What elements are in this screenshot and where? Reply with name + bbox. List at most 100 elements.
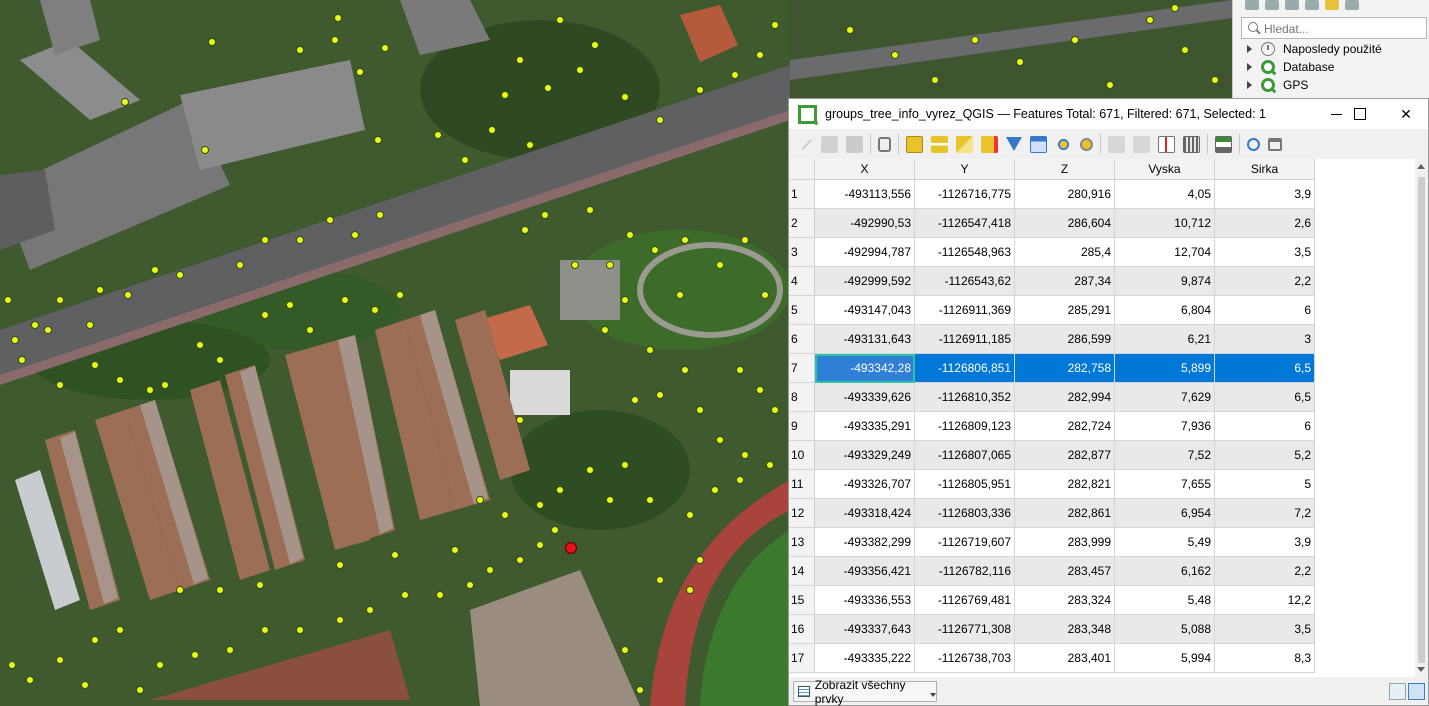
- cell-sirka[interactable]: 2,2: [1214, 556, 1315, 586]
- row-number[interactable]: 15: [789, 585, 815, 615]
- cell-x[interactable]: -493329,249: [814, 440, 915, 470]
- browser-item-gps[interactable]: GPS: [1233, 76, 1429, 94]
- delete-field-icon[interactable]: [1158, 135, 1175, 153]
- row-number[interactable]: 7: [789, 353, 815, 383]
- row-number[interactable]: 3: [789, 237, 815, 267]
- table-row[interactable]: 17 -493335,222 -1126738,703 283,401 5,994 8,3: [789, 643, 1315, 673]
- expand-arrow-icon[interactable]: [1247, 81, 1252, 89]
- cell-x[interactable]: -492994,787: [814, 237, 915, 267]
- table-row[interactable]: 15 -493336,553 -1126769,481 283,324 5,48 12,2: [789, 585, 1315, 615]
- cell-sirka[interactable]: 6,5: [1214, 382, 1315, 412]
- scroll-up-icon[interactable]: [1417, 164, 1425, 169]
- column-header-y[interactable]: Y: [914, 159, 1015, 180]
- zoom-map-icon[interactable]: [1247, 137, 1260, 151]
- cell-y[interactable]: -1126771,308: [914, 614, 1015, 644]
- cell-vyska[interactable]: 5,899: [1114, 353, 1215, 383]
- table-row[interactable]: 12 -493318,424 -1126803,336 282,861 6,954 7,2: [789, 498, 1315, 528]
- cell-y[interactable]: -1126805,951: [914, 469, 1015, 499]
- cell-sirka[interactable]: 6,5: [1214, 353, 1315, 383]
- cell-z[interactable]: 283,324: [1014, 585, 1115, 615]
- dock-table-icon[interactable]: [1268, 137, 1282, 151]
- table-row[interactable]: 5 -493147,043 -1126911,369 285,291 6,804 6: [789, 295, 1315, 325]
- cell-sirka[interactable]: 7,2: [1214, 498, 1315, 528]
- attribute-table-grid[interactable]: X Y Z Vyska Sirka 1 -493113,556 -1126716,7…: [789, 159, 1415, 677]
- cell-y[interactable]: -1126911,185: [914, 324, 1015, 354]
- row-number[interactable]: 5: [789, 295, 815, 325]
- row-number[interactable]: 2: [789, 208, 815, 238]
- cell-x[interactable]: -493339,626: [814, 382, 915, 412]
- add-feature-icon[interactable]: [906, 135, 923, 153]
- cell-z[interactable]: 283,348: [1014, 614, 1115, 644]
- cell-sirka[interactable]: 3,9: [1214, 179, 1315, 209]
- filter-icon[interactable]: [1006, 137, 1022, 151]
- table-row[interactable]: 4 -492999,592 -1126543,62 287,34 9,874 2,2: [789, 266, 1315, 296]
- cell-y[interactable]: -1126716,775: [914, 179, 1015, 209]
- table-row[interactable]: 6 -493131,643 -1126911,185 286,599 6,21 3: [789, 324, 1315, 354]
- row-number[interactable]: 14: [789, 556, 815, 586]
- row-number[interactable]: 10: [789, 440, 815, 470]
- cell-z[interactable]: 282,877: [1014, 440, 1115, 470]
- cell-y[interactable]: -1126803,336: [914, 498, 1015, 528]
- cell-x[interactable]: -493147,043: [814, 295, 915, 325]
- pan-to-selection-icon[interactable]: [1055, 135, 1072, 153]
- cell-vyska[interactable]: 5,088: [1114, 614, 1215, 644]
- cell-y[interactable]: -1126769,481: [914, 585, 1015, 615]
- table-row[interactable]: 11 -493326,707 -1126805,951 282,821 7,655 5: [789, 469, 1315, 499]
- row-number[interactable]: 12: [789, 498, 815, 528]
- cell-vyska[interactable]: 7,936: [1114, 411, 1215, 441]
- cell-x[interactable]: -493318,424: [814, 498, 915, 528]
- cell-y[interactable]: -1126911,369: [914, 295, 1015, 325]
- table-row[interactable]: 1 -493113,556 -1126716,775 280,916 4,05 3,9: [789, 179, 1315, 209]
- cell-vyska[interactable]: 6,21: [1114, 324, 1215, 354]
- maximize-button[interactable]: [1337, 99, 1383, 129]
- cell-vyska[interactable]: 10,712: [1114, 208, 1215, 238]
- cell-y[interactable]: -1126547,418: [914, 208, 1015, 238]
- cell-vyska[interactable]: 7,52: [1114, 440, 1215, 470]
- cell-vyska[interactable]: 6,162: [1114, 556, 1215, 586]
- row-number[interactable]: 4: [789, 266, 815, 296]
- cell-z[interactable]: 286,599: [1014, 324, 1115, 354]
- cell-vyska[interactable]: 12,704: [1114, 237, 1215, 267]
- row-number[interactable]: 13: [789, 527, 815, 557]
- cell-z[interactable]: 283,401: [1014, 643, 1115, 673]
- cell-z[interactable]: 282,758: [1014, 353, 1115, 383]
- cell-vyska[interactable]: 4,05: [1114, 179, 1215, 209]
- row-number[interactable]: 8: [789, 382, 815, 412]
- vertical-scrollbar[interactable]: [1415, 159, 1428, 677]
- cell-vyska[interactable]: 5,48: [1114, 585, 1215, 615]
- cell-y[interactable]: -1126719,607: [914, 527, 1015, 557]
- delete-feature-icon[interactable]: [931, 135, 948, 153]
- document-icon[interactable]: [1305, 0, 1319, 10]
- table-row[interactable]: 14 -493356,421 -1126782,116 283,457 6,162 2,2: [789, 556, 1315, 586]
- close-button[interactable]: ✕: [1383, 99, 1429, 129]
- table-view-button[interactable]: [1408, 683, 1425, 700]
- cell-vyska[interactable]: 7,629: [1114, 382, 1215, 412]
- cell-z[interactable]: 282,994: [1014, 382, 1115, 412]
- column-header-vyska[interactable]: Vyska: [1114, 159, 1215, 180]
- browser-item-recent[interactable]: Naposledy použité: [1233, 40, 1429, 58]
- cell-z[interactable]: 283,999: [1014, 527, 1115, 557]
- move-selection-to-top-icon[interactable]: [1030, 135, 1047, 153]
- expand-arrow-icon[interactable]: [1247, 45, 1252, 53]
- browser-item-database[interactable]: Database: [1233, 58, 1429, 76]
- zoom-to-selection-icon[interactable]: [1080, 137, 1093, 151]
- reload-icon[interactable]: [878, 136, 891, 152]
- cell-sirka[interactable]: 3,9: [1214, 527, 1315, 557]
- cell-x[interactable]: -493382,299: [814, 527, 915, 557]
- cell-x[interactable]: -492999,592: [814, 266, 915, 296]
- cell-sirka[interactable]: 6: [1214, 411, 1315, 441]
- cell-vyska[interactable]: 9,874: [1114, 266, 1215, 296]
- cell-vyska[interactable]: 5,49: [1114, 527, 1215, 557]
- paste-icon[interactable]: [1133, 135, 1150, 153]
- table-row[interactable]: 13 -493382,299 -1126719,607 283,999 5,49 3,9: [789, 527, 1315, 557]
- table-row[interactable]: 3 -492994,787 -1126548,963 285,4 12,704 3,5: [789, 237, 1315, 267]
- expand-arrow-icon[interactable]: [1247, 63, 1252, 71]
- cell-y[interactable]: -1126810,352: [914, 382, 1015, 412]
- cell-x[interactable]: -493326,707: [814, 469, 915, 499]
- row-number[interactable]: 9: [789, 411, 815, 441]
- multi-edit-icon[interactable]: [821, 135, 838, 153]
- cell-sirka[interactable]: 3: [1214, 324, 1315, 354]
- cell-z[interactable]: 285,4: [1014, 237, 1115, 267]
- cell-y[interactable]: -1126548,963: [914, 237, 1015, 267]
- column-header-sirka[interactable]: Sirka: [1214, 159, 1315, 180]
